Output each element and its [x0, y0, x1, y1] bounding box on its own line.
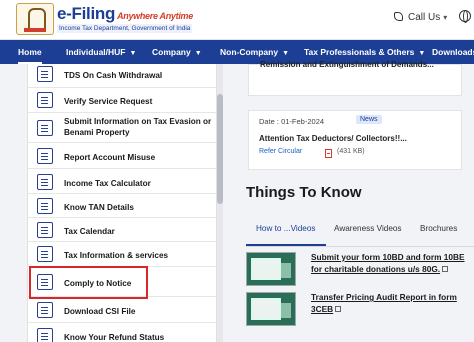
video-thumbnail[interactable]: [246, 292, 296, 326]
file-size: (431 KB): [337, 148, 365, 155]
logo-title: e-Filing: [57, 4, 116, 23]
sidebar-item-verify-service-request[interactable]: Verify Service Request: [28, 88, 218, 113]
logo-subtitle: Income Tax Department, Government of Ind…: [57, 24, 193, 33]
verify-icon: [37, 92, 53, 108]
news-card[interactable]: Date : 01-Feb-2024 News Attention Tax De…: [248, 110, 462, 170]
news-title[interactable]: Attention Tax Deductors/ Collectors!!...: [259, 134, 407, 143]
call-us-button[interactable]: Call Us ▾: [394, 12, 447, 23]
call-us-label: Call Us: [408, 12, 441, 23]
news-date: Date : 01-Feb-2024: [259, 117, 325, 126]
sidebar-item-income-tax-calculator[interactable]: Income Tax Calculator: [28, 169, 218, 194]
globe-icon[interactable]: [459, 10, 471, 23]
sidebar-item-tds-cash-withdrawal[interactable]: TDS On Cash Withdrawal: [28, 64, 218, 88]
nav-home[interactable]: Home: [18, 40, 42, 64]
tab-how-to-videos[interactable]: How to ...Videos: [256, 224, 315, 233]
news-card-text: Remission and Extinguishment of Demands.…: [260, 60, 434, 69]
download-icon: [37, 302, 53, 318]
video-item[interactable]: Submit your form 10BD and form 10BE for …: [246, 252, 474, 290]
nav-downloads[interactable]: Downloads: [432, 40, 474, 64]
chevron-down-icon: ▼: [418, 50, 426, 57]
id-card-icon: [37, 198, 53, 214]
sidebar-item-know-tan-details[interactable]: Know TAN Details: [28, 194, 218, 218]
document-icon: [37, 66, 53, 82]
tab-brochures[interactable]: Brochures: [420, 224, 457, 233]
header: e-Filing Anywhere Anytime Income Tax Depa…: [0, 0, 474, 40]
video-item[interactable]: Transfer Pricing Audit Report in form 3C…: [246, 292, 474, 330]
chevron-down-icon: ▼: [129, 50, 137, 57]
warning-icon: [37, 148, 53, 164]
chevron-down-icon: ▼: [194, 50, 202, 57]
scroll-thumb[interactable]: [217, 94, 223, 204]
calendar-icon: [37, 222, 53, 238]
pdf-icon: [325, 149, 332, 158]
highlight-annotation: [29, 266, 148, 299]
video-thumbnail[interactable]: [246, 252, 296, 286]
external-link-icon: [335, 305, 342, 312]
phone-icon: [394, 12, 403, 21]
news-card[interactable]: Remission and Extinguishment of Demands.…: [248, 60, 462, 96]
video-title-link[interactable]: Transfer Pricing Audit Report in form 3C…: [311, 292, 474, 315]
tab-awareness-videos[interactable]: Awareness Videos: [334, 224, 402, 233]
video-title-link[interactable]: Submit your form 10BD and form 10BE for …: [311, 252, 474, 275]
nav-individual-huf[interactable]: Individual/HUF ▼: [66, 40, 136, 64]
chevron-down-icon: ▼: [282, 50, 290, 57]
things-to-know-title: Things To Know: [246, 184, 362, 201]
logo-tagline: Anywhere Anytime: [117, 11, 193, 21]
sidebar-item-report-account-misuse[interactable]: Report Account Misuse: [28, 143, 218, 169]
sidebar-item-tax-calendar[interactable]: Tax Calendar: [28, 218, 218, 242]
sidebar-item-know-refund-status[interactable]: Know Your Refund Status: [28, 323, 218, 342]
sidebar-item-download-csi-file[interactable]: Download CSI File: [28, 297, 218, 323]
nav-company[interactable]: Company ▼: [152, 40, 202, 64]
news-badge: News: [356, 115, 382, 124]
sidebar-item-tax-information-services[interactable]: Tax Information & services: [28, 242, 218, 267]
refund-icon: [37, 328, 53, 342]
quick-links-panel: TDS On Cash Withdrawal Verify Service Re…: [0, 64, 232, 342]
refer-circular-link[interactable]: Refer Circular: [259, 148, 302, 155]
sidebar-scrollbar[interactable]: [217, 64, 223, 342]
main-content: Remission and Extinguishment of Demands.…: [232, 60, 474, 342]
tab-divider: [246, 246, 474, 247]
sidebar-item-tax-evasion[interactable]: Submit Information on Tax Evasion or Ben…: [28, 113, 218, 143]
calculator-icon: [37, 174, 53, 190]
chevron-down-icon: ▾: [443, 13, 448, 22]
info-icon: [37, 246, 53, 262]
emblem-icon: [16, 3, 54, 35]
external-link-icon: [442, 265, 449, 272]
quick-links-list: TDS On Cash Withdrawal Verify Service Re…: [27, 64, 218, 342]
report-icon: [37, 120, 53, 136]
efiling-logo[interactable]: e-Filing Anywhere Anytime Income Tax Depa…: [16, 3, 193, 35]
